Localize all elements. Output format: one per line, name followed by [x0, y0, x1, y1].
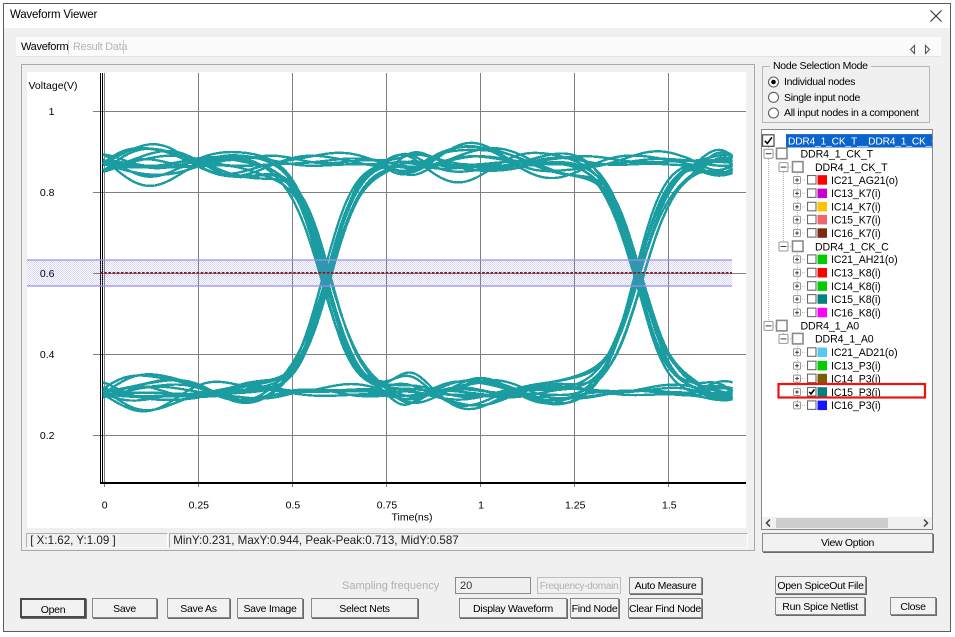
svg-text:IC21_AD21(o): IC21_AD21(o): [831, 347, 898, 359]
svg-text:IC14_K8(i): IC14_K8(i): [831, 281, 881, 293]
svg-text:DDR4_1_CK_T__DDR4_1_CK_C_D: DDR4_1_CK_T__DDR4_1_CK_C_D: [788, 137, 951, 148]
svg-text:IC21_AH21(o): IC21_AH21(o): [831, 254, 898, 266]
svg-text:DDR4_1_A0: DDR4_1_A0: [815, 334, 874, 346]
svg-text:IC16_K7(i): IC16_K7(i): [831, 228, 881, 240]
svg-text:DDR4_1_CK_T: DDR4_1_CK_T: [801, 149, 874, 161]
svg-text:IC16_P3(i): IC16_P3(i): [831, 400, 881, 412]
svg-text:IC13_P3(i): IC13_P3(i): [831, 361, 881, 373]
svg-text:DDR4_1_CK_C: DDR4_1_CK_C: [815, 241, 889, 253]
svg-text:DDR4_1_A0: DDR4_1_A0: [801, 321, 860, 333]
svg-text:IC13_K8(i): IC13_K8(i): [831, 268, 881, 280]
svg-text:IC13_K7(i): IC13_K7(i): [831, 188, 881, 200]
svg-text:IC14_K7(i): IC14_K7(i): [831, 202, 881, 214]
svg-text:IC16_K8(i): IC16_K8(i): [831, 307, 881, 319]
svg-text:IC15_K8(i): IC15_K8(i): [831, 294, 881, 306]
svg-text:IC21_AG21(o): IC21_AG21(o): [831, 175, 898, 187]
svg-text:DDR4_1_CK_T: DDR4_1_CK_T: [815, 162, 888, 174]
svg-text:IC15_K7(i): IC15_K7(i): [831, 215, 881, 227]
